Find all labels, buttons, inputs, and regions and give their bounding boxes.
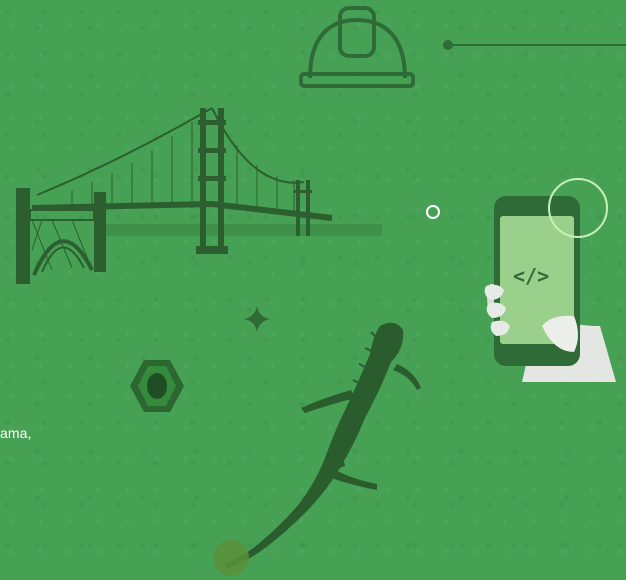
hex-nut-illustration — [130, 360, 184, 412]
phone-in-hand-illustration — [484, 178, 616, 382]
small-ring-icon — [426, 205, 440, 219]
caption-text: ama, — [0, 425, 32, 441]
golden-gate-bridge-illustration — [16, 107, 382, 284]
code-glyph: </> — [513, 264, 550, 288]
connector-line — [443, 40, 626, 50]
lizard-illustration — [213, 322, 421, 576]
hard-hat-icon — [299, 6, 415, 88]
